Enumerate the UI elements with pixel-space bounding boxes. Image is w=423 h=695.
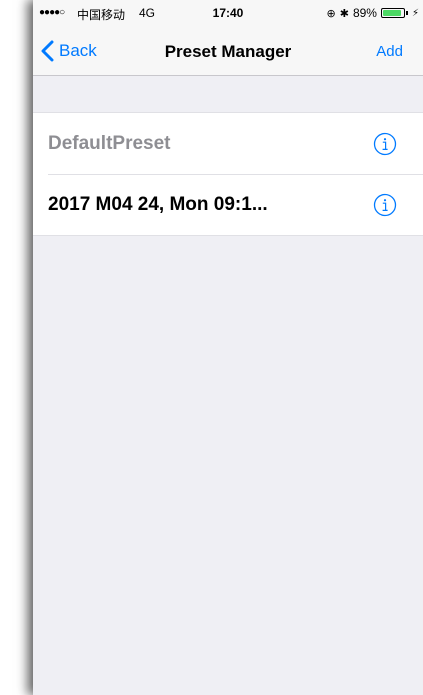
- battery-tip: [405, 11, 408, 15]
- battery-percent: 89%: [352, 6, 377, 20]
- charging-icon: ⚡: [411, 7, 419, 19]
- preset-name: DefaultPreset: [48, 132, 171, 154]
- page: ●●●●○ 中国移动 4G 17:40 ⊕ ✱ 89% ⚡ Back Prese…: [0, 0, 423, 695]
- preset-row-default[interactable]: DefaultPreset: [33, 113, 423, 174]
- info-icon[interactable]: [373, 132, 397, 156]
- navigation-bar: Back Preset Manager Add: [33, 28, 423, 76]
- preset-row-saved[interactable]: 2017 M04 24, Mon 09:1...: [33, 174, 423, 235]
- info-icon[interactable]: [373, 193, 397, 217]
- phone-screen: ●●●●○ 中国移动 4G 17:40 ⊕ ✱ 89% ⚡ Back Prese…: [33, 0, 423, 695]
- preset-list: DefaultPreset 2017 M04 24, Mon 09:1...: [33, 112, 423, 236]
- add-button[interactable]: Add: [376, 43, 403, 60]
- status-bar: ●●●●○ 中国移动 4G 17:40 ⊕ ✱ 89% ⚡: [33, 0, 423, 28]
- battery-fill: [382, 10, 401, 16]
- preset-name: 2017 M04 24, Mon 09:1...: [48, 193, 268, 215]
- status-right-group: ⊕ ✱ 89% ⚡: [327, 6, 420, 20]
- bluetooth-icon: ✱: [339, 7, 349, 20]
- battery-icon: [380, 8, 405, 18]
- orientation-lock-icon: ⊕: [326, 7, 336, 20]
- page-title: Preset Manager: [164, 42, 292, 61]
